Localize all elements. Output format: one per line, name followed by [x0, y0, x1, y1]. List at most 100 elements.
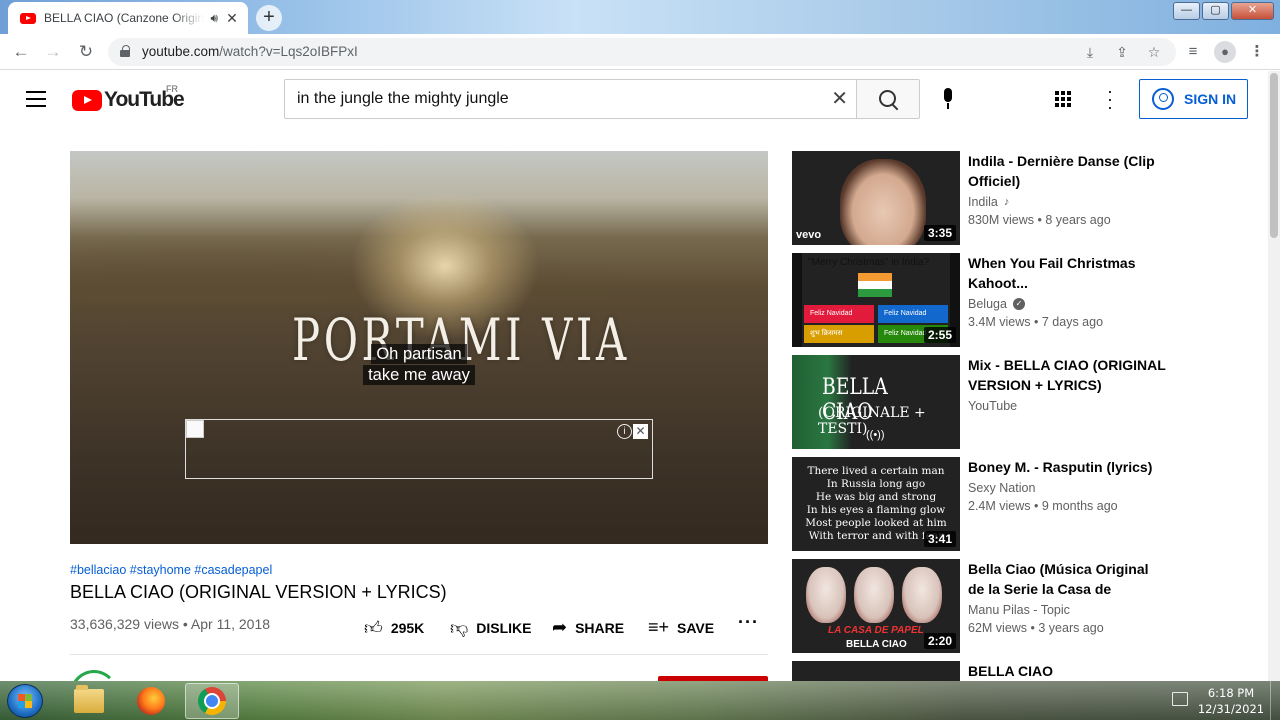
dislike-button[interactable]: 👎︎ DISLIKE: [450, 617, 532, 639]
page-scrollbar[interactable]: [1268, 71, 1280, 681]
minimize-button[interactable]: —: [1173, 2, 1200, 20]
thumb-band-left: [792, 253, 802, 347]
thumbs-up-icon: 👍︎: [364, 618, 383, 638]
apps-grid-icon[interactable]: [1055, 91, 1071, 107]
caption-text-2: take me away: [363, 365, 475, 385]
kahoot-option: शुभ क्रिसमस: [804, 325, 874, 343]
caption-line-2: take me away: [70, 365, 768, 385]
related-meta: 3.4M views • 7 days ago: [968, 315, 1104, 329]
related-channel[interactable]: YouTube: [968, 399, 1166, 413]
taskbar-firefox[interactable]: [124, 683, 178, 719]
save-button[interactable]: ≡+ SAVE: [648, 617, 714, 638]
browser-tab-strip: BELLA CIAO (Canzone Originale + Testi) 🔊…: [0, 0, 1280, 34]
profile-avatar-icon[interactable]: ●: [1214, 41, 1236, 63]
settings-menu-icon[interactable]: · · ·: [1102, 82, 1118, 116]
video-thumbnail[interactable]: BELLA CIAO (ORIGINALE + TESTI) ((•)): [792, 355, 960, 449]
related-age: 8 years ago: [1045, 213, 1111, 227]
related-channel[interactable]: Manu Pilas - Topic: [968, 603, 1166, 617]
thumbnail-song-text: BELLA CIAO: [846, 639, 907, 650]
back-arrow-icon[interactable]: ←: [10, 41, 32, 63]
related-video[interactable]: There lived a certain man In Russia long…: [792, 457, 1172, 551]
search-input[interactable]: in the jungle the mighty jungle ✕: [284, 79, 856, 119]
related-video-title[interactable]: BELLA CIAO: [968, 661, 1166, 681]
video-thumbnail[interactable]: vevo 3:35: [792, 151, 960, 245]
related-video-title[interactable]: Indila - Dernière Danse (Clip Officiel): [968, 151, 1166, 191]
scrollbar-thumb[interactable]: [1270, 73, 1278, 238]
new-tab-button[interactable]: +: [256, 5, 282, 31]
bookmark-star-icon[interactable]: ☆: [1144, 43, 1164, 61]
related-channel-name: Manu Pilas - Topic: [968, 603, 1070, 617]
region-code: FR: [166, 84, 178, 94]
url-text[interactable]: youtube.com/watch?v=Lqs2oIBFPxI: [142, 44, 358, 59]
related-channel[interactable]: Beluga ✓: [968, 297, 1166, 311]
browser-menu-icon[interactable]: ⋮: [1246, 41, 1268, 63]
related-channel[interactable]: Sexy Nation: [968, 481, 1166, 495]
system-clock[interactable]: 6:18 PM 12/31/2021: [1196, 685, 1266, 717]
video-thumbnail[interactable]: LA CASA DE PAPEL BELLA CIAO 2:20: [792, 559, 960, 653]
voice-search-icon[interactable]: [938, 88, 958, 110]
related-video[interactable]: LA CASA DE PAPEL BELLA CIAO 2:20 Bella C…: [792, 559, 1172, 653]
ad-close-icon[interactable]: ✕: [633, 424, 648, 439]
forward-arrow-icon[interactable]: →: [42, 41, 64, 63]
dali-mask-image: [806, 567, 846, 623]
install-app-icon[interactable]: ⤓: [1080, 43, 1100, 61]
lock-icon[interactable]: [120, 45, 130, 57]
video-thumbnail[interactable]: [792, 661, 960, 681]
search-icon: [879, 90, 899, 110]
related-video-title[interactable]: Boney M. - Rasputin (lyrics): [968, 457, 1166, 477]
related-age: 3 years ago: [1038, 621, 1104, 635]
related-video-title[interactable]: When You Fail Christmas Kahoot...: [968, 253, 1166, 293]
video-duration: 2:55: [923, 327, 956, 343]
clock-time: 6:18 PM: [1207, 686, 1255, 700]
start-button[interactable]: [7, 684, 43, 718]
show-desktop-button[interactable]: [1270, 681, 1280, 720]
taskbar-chrome[interactable]: [185, 683, 239, 719]
more-actions-icon[interactable]: ···: [738, 612, 759, 633]
video-thumbnail[interactable]: "Merry Christmas" in India? Feliz Navida…: [792, 253, 960, 347]
meta-divider: [70, 654, 768, 655]
playlist-add-icon: ≡+: [648, 617, 670, 637]
video-stats: 33,636,329 views • Apr 11, 2018: [70, 616, 271, 632]
search-button[interactable]: [856, 79, 920, 119]
guide-menu-icon[interactable]: [26, 91, 46, 107]
related-mix[interactable]: BELLA CIAO (ORIGINALE + TESTI) ((•)) Mix…: [792, 355, 1172, 449]
video-duration: 2:20: [923, 633, 956, 649]
india-flag-image: [858, 273, 892, 297]
share-button[interactable]: ➦ SHARE: [552, 617, 624, 638]
related-video[interactable]: "Merry Christmas" in India? Feliz Navida…: [792, 253, 1172, 347]
youtube-favicon-icon: [20, 12, 36, 24]
network-icon[interactable]: [1172, 692, 1188, 706]
thumbnail-subtitle-text: (ORIGINALE + TESTI): [818, 405, 926, 437]
ad-info-icon[interactable]: i: [617, 424, 632, 439]
video-hashtags[interactable]: #bellaciao #stayhome #casadepapel: [70, 563, 272, 577]
kahoot-option: Feliz Navidad: [804, 305, 874, 323]
share-page-icon[interactable]: ⇪: [1112, 43, 1132, 61]
tab-close-icon[interactable]: ✕: [224, 10, 240, 27]
taskbar-explorer[interactable]: [62, 683, 116, 719]
overlay-ad[interactable]: i ✕: [185, 419, 653, 479]
related-video-title[interactable]: Mix - BELLA CIAO (ORIGINAL VERSION + LYR…: [968, 355, 1166, 395]
media-control-icon[interactable]: ≡: [1182, 41, 1204, 63]
browser-tab[interactable]: BELLA CIAO (Canzone Originale + Testi) 🔊…: [8, 2, 248, 34]
video-player[interactable]: PORTAMI VIA Oh partisan take me away i ✕: [70, 151, 768, 544]
related-meta: 2.4M views • 9 months ago: [968, 499, 1118, 513]
caption-line-1: Oh partisan: [70, 344, 768, 364]
like-button[interactable]: 👍︎ 295K: [364, 617, 424, 639]
sign-in-button[interactable]: SIGN IN: [1139, 79, 1248, 119]
related-video[interactable]: vevo 3:35 Indila - Dernière Danse (Clip …: [792, 151, 1172, 245]
related-channel-name: Sexy Nation: [968, 481, 1036, 495]
related-video[interactable]: BELLA CIAO: [792, 661, 1172, 681]
related-views: 2.4M views: [968, 499, 1031, 513]
close-window-button[interactable]: ✕: [1231, 2, 1274, 20]
clock-date: 12/31/2021: [1197, 702, 1265, 716]
clear-search-icon[interactable]: ✕: [831, 88, 848, 110]
video-thumbnail[interactable]: There lived a certain man In Russia long…: [792, 457, 960, 551]
reload-icon[interactable]: ↻: [75, 41, 97, 63]
address-bar[interactable]: youtube.com/watch?v=Lqs2oIBFPxI ⤓ ⇪ ☆: [108, 38, 1176, 66]
audio-playing-icon[interactable]: 🔊︎: [210, 11, 218, 26]
maximize-button[interactable]: ▢: [1202, 2, 1229, 20]
youtube-logo[interactable]: YouTube FR: [72, 84, 185, 112]
related-video-title[interactable]: Bella Ciao (Música Original de la Serie …: [968, 559, 1166, 599]
related-age: 7 days ago: [1041, 315, 1104, 329]
related-channel[interactable]: Indila ♪: [968, 195, 1166, 209]
